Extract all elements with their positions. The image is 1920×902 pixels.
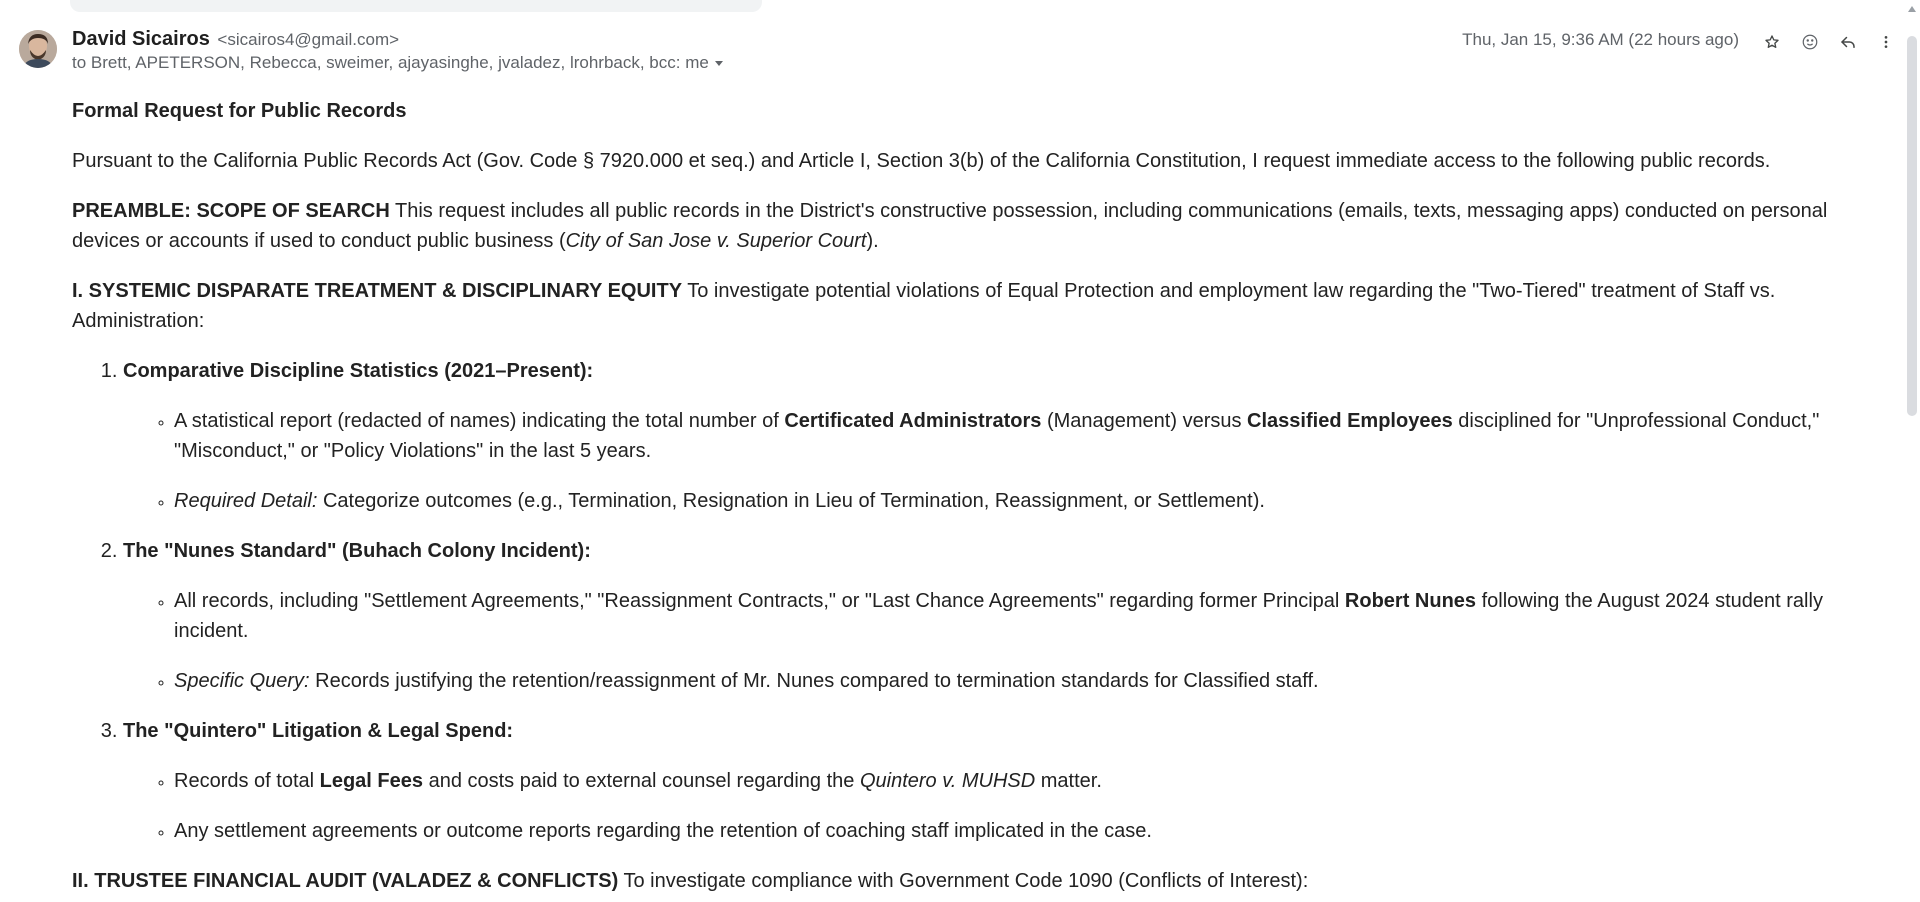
sub-list-item: All records, including "Settlement Agree…: [174, 586, 1842, 646]
item-title: The "Nunes Standard" (Buhach Colony Inci…: [123, 540, 591, 562]
bullet-italic: Quintero v. MUHSD: [859, 770, 1036, 792]
list-item: The "Quintero" Litigation & Legal Spend:…: [123, 716, 1842, 846]
recipients-text: to Brett, APETERSON, Rebecca, sweimer, a…: [72, 53, 709, 72]
bullet-text: Categorize outcomes (e.g., Termination, …: [317, 490, 1265, 512]
bullet-bold: Robert Nunes: [1344, 590, 1477, 612]
sub-list: All records, including "Settlement Agree…: [123, 586, 1842, 696]
bullet-text: and costs paid to external counsel regar…: [423, 770, 860, 792]
section-1-heading: I. SYSTEMIC DISPARATE TREATMENT & DISCIP…: [72, 280, 683, 302]
sender-avatar[interactable]: [19, 30, 57, 68]
sender-name[interactable]: David Sicairos: [72, 28, 210, 50]
reply-icon[interactable]: [1836, 30, 1860, 54]
preamble-end: ).: [866, 230, 879, 252]
avatar-photo: [19, 30, 57, 68]
star-icon[interactable]: [1760, 30, 1784, 54]
top-bar-remnant: [70, 0, 762, 12]
preamble-case: City of San Jose v. Superior Court: [565, 230, 867, 252]
bullet-text: (Management) versus: [1041, 410, 1248, 432]
intro-paragraph: Pursuant to the California Public Record…: [72, 150, 1771, 172]
chevron-down-icon[interactable]: [714, 61, 723, 67]
bullet-bold: Classified Employees: [1247, 410, 1453, 432]
bullet-bold: Legal Fees: [319, 770, 424, 792]
section-1-list: Comparative Discipline Statistics (2021–…: [72, 356, 1842, 846]
item-title: Comparative Discipline Statistics (2021–…: [123, 360, 594, 382]
message-timestamp: Thu, Jan 15, 9:36 AM (22 hours ago): [1462, 30, 1739, 49]
scroll-up-arrow-icon[interactable]: [1908, 6, 1916, 12]
email-view: David Sicairos <sicairos4@gmail.com> to …: [0, 0, 1920, 902]
sub-list: Records of total Legal Fees and costs pa…: [123, 766, 1842, 846]
scrollbar-thumb[interactable]: [1907, 36, 1917, 416]
list-item: Comparative Discipline Statistics (2021–…: [123, 356, 1842, 516]
bullet-text: All records, including "Settlement Agree…: [174, 590, 1345, 612]
bullet-text: Any settlement agreements or outcome rep…: [174, 820, 1152, 842]
section-2-paragraph: II. TRUSTEE FINANCIAL AUDIT (VALADEZ & C…: [72, 866, 1842, 896]
bullet-text: matter.: [1035, 770, 1102, 792]
section-2-heading: II. TRUSTEE FINANCIAL AUDIT (VALADEZ & C…: [72, 870, 619, 892]
bullet-text: Records justifying the retention/reassig…: [309, 670, 1319, 692]
sub-list: A statistical report (redacted of names)…: [123, 406, 1842, 516]
sub-list-item: Records of total Legal Fees and costs pa…: [174, 766, 1842, 796]
sub-list-item: Specific Query: Records justifying the r…: [174, 666, 1842, 696]
bullet-bold: Certificated Administrators: [784, 410, 1042, 432]
sub-list-item: Any settlement agreements or outcome rep…: [174, 816, 1842, 846]
message-actions: [1760, 30, 1898, 54]
list-item: The "Nunes Standard" (Buhach Colony Inci…: [123, 536, 1842, 696]
sub-list-item: Required Detail: Categorize outcomes (e.…: [174, 486, 1842, 516]
email-subject: Formal Request for Public Records: [72, 100, 407, 122]
recipients-line[interactable]: to Brett, APETERSON, Rebecca, sweimer, a…: [72, 53, 1872, 73]
more-vert-icon[interactable]: [1874, 30, 1898, 54]
emoji-reaction-icon[interactable]: [1798, 30, 1822, 54]
item-title: The "Quintero" Litigation & Legal Spend:: [123, 720, 514, 742]
preamble-heading: PREAMBLE: SCOPE OF SEARCH: [72, 200, 390, 222]
preamble-paragraph: PREAMBLE: SCOPE OF SEARCH This request i…: [72, 196, 1842, 256]
sub-list-item: A statistical report (redacted of names)…: [174, 406, 1842, 466]
bullet-label: Required Detail:: [174, 490, 318, 512]
sender-email: <sicairos4@gmail.com>: [217, 30, 400, 49]
section-1-paragraph: I. SYSTEMIC DISPARATE TREATMENT & DISCIP…: [72, 276, 1842, 336]
bullet-text: A statistical report (redacted of names)…: [174, 410, 785, 432]
bullet-text: Records of total: [174, 770, 320, 792]
bullet-label: Specific Query:: [174, 670, 310, 692]
message-body: Formal Request for Public Records Pursua…: [72, 96, 1842, 902]
section-2-text: To investigate compliance with Governmen…: [618, 870, 1309, 892]
scrollbar[interactable]: [1904, 0, 1920, 902]
